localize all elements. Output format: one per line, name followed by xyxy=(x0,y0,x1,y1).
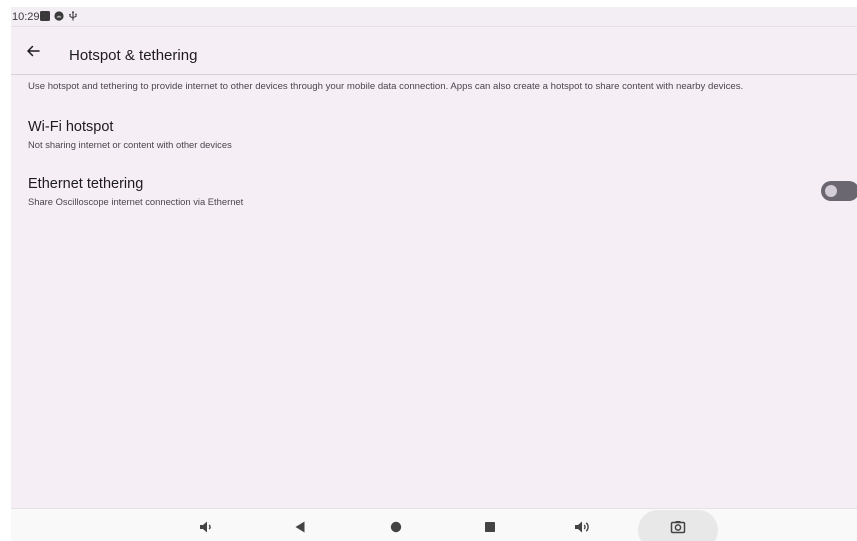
volume-up-icon xyxy=(575,521,589,533)
ethernet-tethering-preference[interactable]: Ethernet tethering Share Oscilloscope in… xyxy=(11,176,857,224)
wifi-hotspot-title: Wi-Fi hotspot xyxy=(28,119,114,135)
ethernet-tethering-title: Ethernet tethering xyxy=(28,176,144,192)
arrow-back-icon xyxy=(27,45,40,57)
wifi-hotspot-summary: Not sharing internet or content with oth… xyxy=(28,139,232,150)
back-triangle-icon xyxy=(295,521,305,533)
usb-icon xyxy=(69,11,77,21)
navigation-bar xyxy=(11,508,857,541)
header-divider xyxy=(11,74,857,75)
screenshot-button[interactable] xyxy=(666,515,690,539)
settings-screen: 10:29 Hotspot & tethering Use hotspot an… xyxy=(11,7,857,541)
ethernet-tethering-switch[interactable] xyxy=(821,181,857,201)
switch-thumb xyxy=(825,185,837,197)
notification-square-icon xyxy=(40,11,50,21)
status-bar: 10:29 xyxy=(11,7,857,27)
recents-nav-button[interactable] xyxy=(478,515,502,539)
home-nav-button[interactable] xyxy=(384,515,408,539)
volume-down-icon xyxy=(200,521,211,533)
recents-square-icon xyxy=(485,522,495,532)
page-title: Hotspot & tethering xyxy=(69,47,198,64)
android-notification-icon xyxy=(54,11,64,21)
status-time: 10:29 xyxy=(12,11,40,23)
page-description: Use hotspot and tethering to provide int… xyxy=(28,81,744,92)
volume-down-button[interactable] xyxy=(195,515,219,539)
home-circle-icon xyxy=(390,521,402,533)
app-bar: Hotspot & tethering xyxy=(11,27,857,77)
wifi-hotspot-preference[interactable]: Wi-Fi hotspot Not sharing internet or co… xyxy=(11,119,857,167)
volume-up-button[interactable] xyxy=(571,515,595,539)
back-button[interactable] xyxy=(19,37,47,65)
screenshot-camera-icon xyxy=(670,521,686,534)
ethernet-tethering-summary: Share Oscilloscope internet connection v… xyxy=(28,196,244,207)
back-nav-button[interactable] xyxy=(288,515,312,539)
